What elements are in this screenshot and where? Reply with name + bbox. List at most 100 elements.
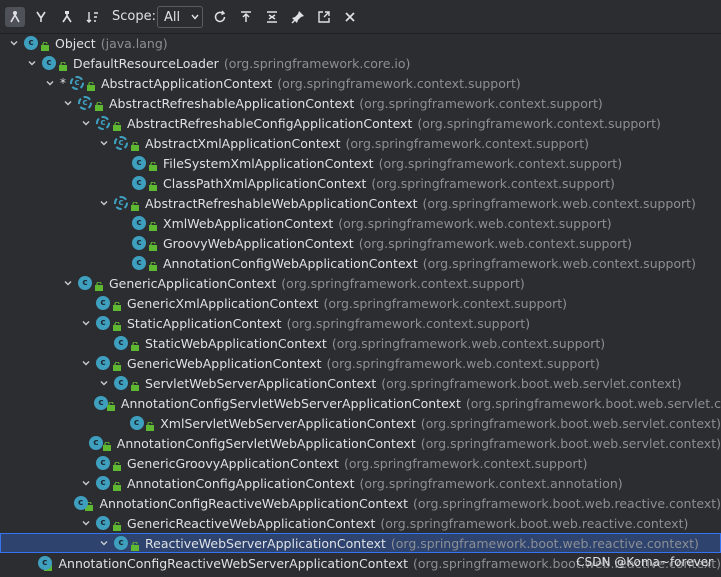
tree-row[interactable]: c ClassPathXmlApplicationContext (org.spri… [0,173,721,193]
package-name: (org.springframework.web.context.support… [326,355,600,371]
tree-row[interactable]: c DefaultResourceLoader (org.springframewo… [0,53,721,73]
tree-row[interactable]: c StaticWebApplicationContext (org.springf… [0,333,721,353]
public-lock-icon [113,119,121,131]
tree-row[interactable]: c GenericXmlApplicationContext (org.spring… [0,293,721,313]
public-lock-icon [131,539,139,551]
scope-value: All [164,9,181,25]
class-name: XmlWebApplicationContext [163,215,334,231]
class-icon: c [96,296,110,310]
class-icon: c [96,456,110,470]
class-icon: c [132,216,146,230]
leaf-spacer [82,397,90,409]
watermark: CSDN @Koma~forever [576,555,713,569]
tree-row[interactable]: c XmlServletWebServerApplicationContext (o… [0,413,721,433]
chevron-down-icon[interactable] [98,537,110,549]
expand-all-button[interactable] [236,7,256,27]
sort-icon [86,12,98,23]
chevron-down-icon[interactable] [80,117,92,129]
package-name: (org.springframework.context.support) [277,75,521,91]
chevron-down-icon[interactable] [98,197,110,209]
chevron-down-icon[interactable] [80,517,92,529]
refresh-button[interactable] [210,7,230,27]
pin-tab-button[interactable] [288,7,308,27]
leaf-spacer [116,217,128,229]
chevron-down-icon[interactable] [62,97,74,109]
scope-dropdown[interactable]: All [157,6,203,28]
tree-row[interactable]: c AbstractRefreshableWebApplicationContex… [0,193,721,213]
tree-row[interactable]: c FileSystemXmlApplicationContext (org.spr… [0,153,721,173]
public-lock-icon [131,199,139,211]
class-name: GenericXmlApplicationContext [127,295,319,311]
chevron-down-icon[interactable] [8,37,20,49]
export-icon [318,11,330,23]
tree-row[interactable]: c AnnotationConfigServletWebApplicationCo… [0,433,721,453]
package-name: (org.springframework.context.support) [359,95,603,111]
tree-row[interactable]: c AnnotationConfigReactiveWebApplicationC… [0,493,721,513]
tree-row[interactable]: c GenericApplicationContext (org.springfra… [0,273,721,293]
tree-row[interactable]: c StaticApplicationContext (org.springfram… [0,313,721,333]
chevron-down-icon[interactable] [80,357,92,369]
class-hierarchy-button[interactable] [5,7,25,27]
tree-row[interactable]: c Object (java.lang) [0,33,721,53]
chevron-down-icon[interactable] [98,137,110,149]
subtypes-hierarchy-button[interactable] [57,7,77,27]
chevron-down-icon[interactable] [44,77,56,89]
tree-row[interactable]: c GenericWebApplicationContext (org.spring… [0,353,721,373]
tree-row[interactable]: c AbstractRefreshableConfigApplicationCon… [0,113,721,133]
tree-row[interactable]: c AnnotationConfigServletWebServerApplica… [0,393,721,413]
package-name: (org.springframework.boot.web.servlet.co… [420,415,721,431]
package-name: (org.springframework.context.annotation) [359,475,623,491]
class-icon: c [96,316,110,330]
tree-row[interactable]: c AbstractXmlApplicationContext (org.sprin… [0,133,721,153]
tree-row[interactable]: c GenericReactiveWebApplicationContext (or… [0,513,721,533]
package-name: (org.springframework.context.support) [343,455,588,471]
chevron-down-icon[interactable] [62,277,74,289]
package-name: (org.springframework.web.context.support… [338,215,612,231]
class-icon: c [132,256,146,270]
class-name: GenericApplicationContext [109,275,277,291]
close-button[interactable] [340,7,360,27]
tree-row[interactable]: c AbstractRefreshableApplicationContext (o… [0,93,721,113]
class-name: AbstractRefreshableApplicationContext [109,95,355,111]
chevron-down-icon[interactable] [98,377,110,389]
chevron-down-icon [188,10,202,24]
package-name: (org.springframework.context.support) [371,175,615,191]
tree-row[interactable]: c GenericGroovyApplicationContext (org.spr… [0,453,721,473]
class-name: FileSystemXmlApplicationContext [163,155,374,171]
package-name: (org.springframework.context.support) [323,295,568,311]
package-name: (org.springframework.boot.web.reactive.c… [390,535,699,551]
package-name: (org.springframework.context.support) [378,155,623,171]
class-name: AbstractXmlApplicationContext [145,135,341,151]
class-name: AnnotationConfigApplicationContext [127,475,355,491]
package-name: (org.springframework.boot.web.servlet.co… [381,375,682,391]
supertypes-hierarchy-button[interactable] [31,7,51,27]
public-lock-icon [113,519,121,531]
tree-row[interactable]: c XmlWebApplicationContext (org.springfram… [0,213,721,233]
class-hierarchy-icon [10,11,20,23]
package-name: (org.springframework.core.io) [223,55,411,71]
tree-row[interactable]: c AnnotationConfigApplicationContext (org.… [0,473,721,493]
package-name: (org.springframework.web.context.support… [422,255,697,271]
tree-row[interactable]: c ReactiveWebServerApplicationContext (org… [0,533,721,553]
package-name: (org.springframework.context.support) [417,115,661,131]
chevron-down-icon[interactable] [80,477,92,489]
public-lock-icon [95,279,103,291]
chevron-down-icon[interactable] [80,317,92,329]
chevron-down-icon[interactable] [26,57,38,69]
sort-alphabetically-button[interactable] [83,7,103,27]
public-lock-icon [146,419,155,431]
collapse-all-button[interactable] [262,7,282,27]
public-lock-icon [59,59,67,71]
class-icon: c [24,36,38,50]
tree-row[interactable]: c GroovyWebApplicationContext (org.springf… [0,233,721,253]
leaf-spacer [116,177,128,189]
public-lock-icon [113,319,121,331]
tree-row[interactable]: c AnnotationConfigWebApplicationContext (o… [0,253,721,273]
class-name: GenericWebApplicationContext [127,355,322,371]
class-name: ReactiveWebServerApplicationContext [145,535,386,551]
tree-row[interactable]: c ServletWebServerApplicationContext (org.… [0,373,721,393]
public-lock-icon [113,359,121,371]
tree-row[interactable]: * c AbstractApplicationContext (org.springf… [0,73,721,93]
open-in-editor-button[interactable] [314,7,334,27]
package-name: (org.springframework.context.support) [286,315,531,331]
